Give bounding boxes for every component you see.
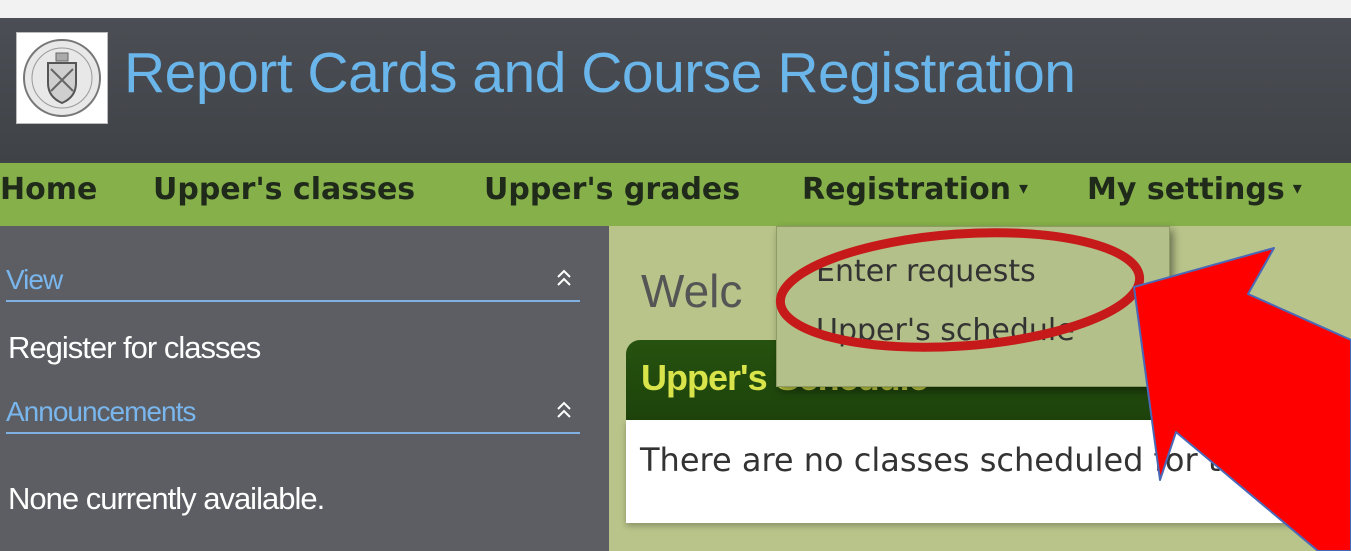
nav-uppers-classes[interactable]: Upper's classes xyxy=(153,172,415,207)
nav-my-settings-label: My settings xyxy=(1087,172,1285,207)
caret-down-icon: ▾ xyxy=(1019,178,1029,199)
school-crest-logo[interactable] xyxy=(16,32,108,124)
sidebar-announcements-text: None currently available. xyxy=(8,481,325,516)
browser-top-strip xyxy=(0,0,1351,18)
app-title: Report Cards and Course Registration xyxy=(124,41,1076,105)
menu-item-enter-requests[interactable]: Enter requests xyxy=(816,254,1036,289)
registration-dropdown-menu xyxy=(776,226,1170,387)
sidebar-announcements-header[interactable]: Announcements xyxy=(6,396,580,434)
nav-uppers-grades[interactable]: Upper's grades xyxy=(484,172,740,207)
nav-registration[interactable]: Registration ▾ xyxy=(802,172,1028,207)
welcome-heading: Welc xyxy=(641,265,743,317)
schedule-panel-text: There are no classes scheduled for the s… xyxy=(640,441,1307,479)
nav-home[interactable]: Home xyxy=(0,172,97,207)
double-chevron-up-icon[interactable] xyxy=(556,400,572,426)
sidebar-link-register-for-classes[interactable]: Register for classes xyxy=(8,330,261,366)
sidebar-view-heading: View xyxy=(6,264,63,295)
menu-item-uppers-schedule[interactable]: Upper's schedule xyxy=(816,313,1075,348)
sidebar-announcements-heading: Announcements xyxy=(6,396,196,427)
nav-my-settings[interactable]: My settings ▾ xyxy=(1087,172,1302,207)
sidebar-view-header[interactable]: View xyxy=(6,264,580,302)
double-chevron-up-icon[interactable] xyxy=(556,268,572,294)
caret-down-icon: ▾ xyxy=(1292,178,1302,199)
nav-registration-label: Registration xyxy=(802,172,1012,207)
